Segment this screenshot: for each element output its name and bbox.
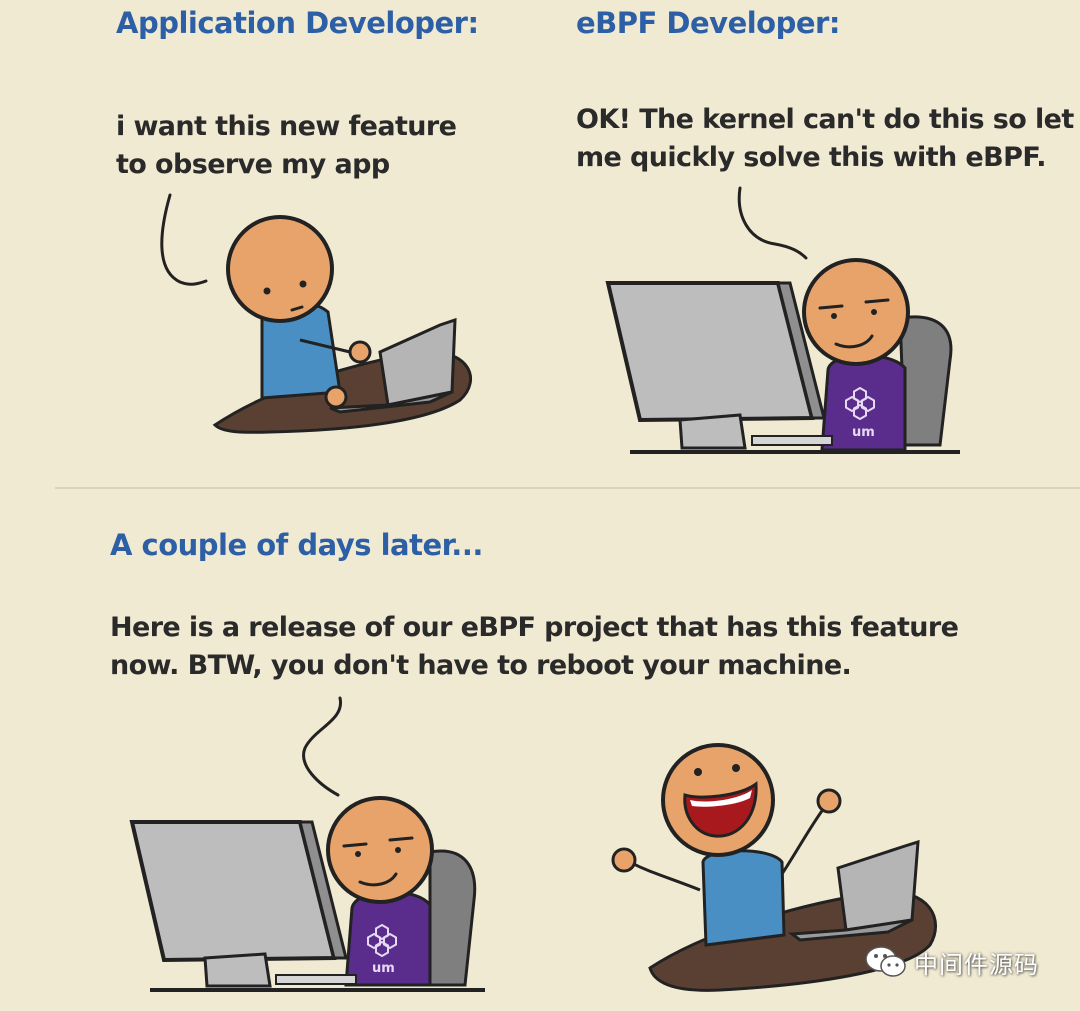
head: [802, 258, 910, 366]
comic-illustration: um um: [129, 186, 960, 992]
laptop-screen: [836, 839, 920, 932]
eye: [299, 280, 307, 288]
shirt-logo-text: um: [372, 961, 395, 976]
head: [226, 215, 334, 323]
eye: [355, 851, 361, 857]
hand: [348, 340, 372, 364]
speech-tail: [302, 696, 342, 797]
arm: [776, 807, 826, 881]
head: [326, 796, 434, 904]
monitor-stand: [678, 413, 747, 450]
eye: [263, 287, 271, 295]
hand: [324, 385, 348, 409]
hand: [816, 788, 842, 814]
ebpf-developer-figure: um: [605, 186, 960, 454]
arm: [629, 860, 701, 892]
watermark-text: 中间件源码: [914, 950, 1039, 979]
watermark: 中间件源码: [864, 944, 1039, 980]
shirt-logo-text: um: [852, 425, 875, 440]
eye: [732, 764, 740, 772]
eye: [831, 313, 837, 319]
speech-tail: [160, 193, 208, 286]
chair: [428, 849, 477, 987]
chair: [898, 315, 953, 447]
ebpf-developer-release-figure: um: [129, 696, 485, 992]
shirt: [701, 849, 786, 947]
monitor: [605, 281, 815, 423]
keyboard: [751, 435, 833, 446]
application-developer-figure: [160, 193, 472, 434]
monitor-stand: [203, 952, 272, 988]
hand: [611, 847, 637, 873]
eye: [694, 768, 702, 776]
speech-tail: [737, 186, 808, 260]
keyboard: [275, 974, 357, 985]
eye: [871, 309, 877, 315]
wechat-icon: [865, 946, 906, 977]
eye: [395, 847, 401, 853]
